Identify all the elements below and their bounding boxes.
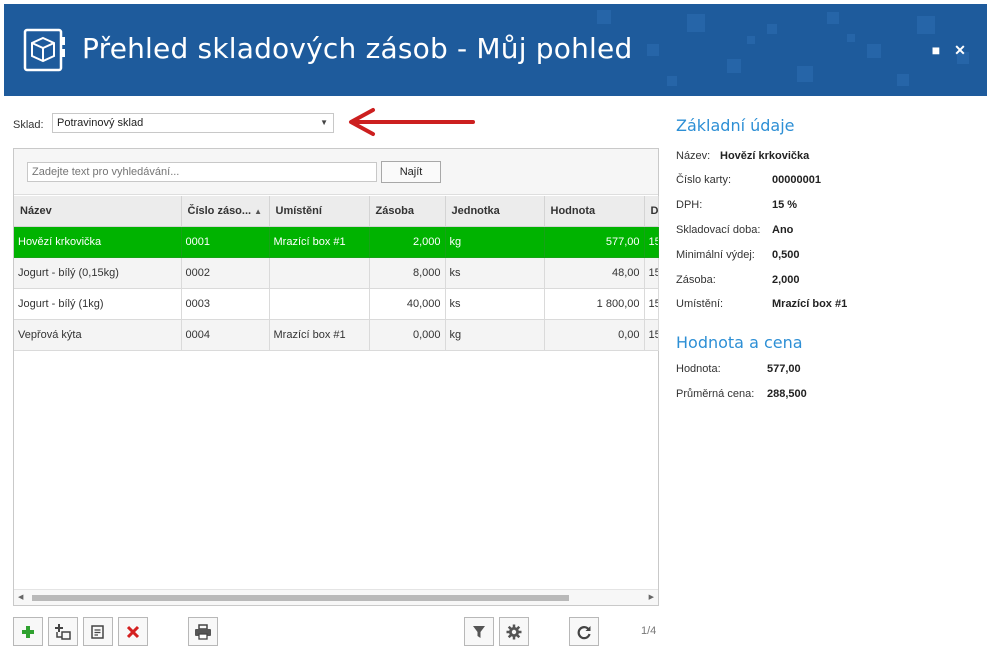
maximize-icon[interactable]: ■ (928, 42, 944, 58)
sklad-dropdown[interactable]: Potravinový sklad ▼ (52, 113, 334, 133)
scroll-right-icon[interactable]: ▶ (649, 593, 654, 601)
detail-value-zasoba: 2,000 (772, 274, 800, 286)
cell-nazev: Hovězí krkovička (14, 226, 182, 258)
window-title: Přehled skladových zásob - Můj pohled (82, 32, 633, 65)
warehouse-box-icon (23, 28, 65, 72)
table-row[interactable]: Hovězí krkovička 0001 Mrazící box #1 2,0… (14, 226, 659, 258)
stock-table: Název Číslo záso... ▲ Umístění Zásoba Jed… (14, 196, 659, 351)
plus-icon (22, 625, 34, 638)
cell-zasoba: 40,000 (369, 288, 446, 320)
search-input[interactable] (27, 162, 377, 182)
table-row[interactable]: Jogurt - bílý (1kg) 0003 40,000 ks 1 800… (14, 288, 659, 320)
cell-cislo: 0001 (181, 226, 270, 258)
chevron-down-icon: ▼ (320, 118, 328, 127)
title-bar: Přehled skladových zásob - Můj pohled ■ … (4, 4, 987, 96)
detail-label-zasoba: Zásoba: (676, 274, 716, 286)
value-price-title: Hodnota a cena (676, 333, 803, 352)
detail-label-skladovaci-doba: Skladovací doba: (676, 224, 761, 236)
cell-jednotka: kg (445, 319, 545, 351)
detail-label-prumerna-cena: Průměrná cena: (676, 388, 755, 400)
detail-value-nazev: Hovězí krkovička (720, 150, 810, 162)
column-header-hodnota[interactable]: Hodnota (544, 196, 645, 227)
cell-hodnota: 48,00 (544, 257, 645, 289)
column-header-cislo[interactable]: Číslo záso... ▲ (181, 196, 270, 227)
table-row[interactable]: Jogurt - bílý (0,15kg) 0002 8,000 ks 48,… (14, 257, 659, 289)
gear-icon (506, 624, 522, 639)
page-indicator: 1/4 (641, 625, 657, 637)
refresh-button[interactable] (569, 617, 599, 646)
cell-nazev: Jogurt - bílý (1kg) (14, 288, 182, 320)
settings-button[interactable] (499, 617, 529, 646)
stock-grid-panel: Najít Název Číslo záso...▲ Umístění Záso… (13, 148, 659, 606)
delete-x-icon (126, 625, 140, 638)
search-bar: Najít (14, 149, 658, 195)
add-subitem-button[interactable] (48, 617, 78, 646)
scroll-left-icon[interactable]: ◀ (18, 593, 23, 601)
refresh-icon (577, 625, 591, 639)
search-button[interactable]: Najít (381, 161, 441, 183)
basic-info-title: Základní údaje (676, 116, 795, 135)
annotation-arrow-icon (349, 108, 475, 136)
table-row[interactable]: Vepřová kýta 0004 Mrazící box #1 0,000 k… (14, 319, 659, 351)
cell-dph: 15 (644, 288, 659, 320)
scrollbar-thumb[interactable] (32, 595, 569, 601)
detail-value-skladovaci-doba: Ano (772, 224, 794, 236)
detail-value-minimalni-vydej: 0,500 (772, 249, 800, 261)
detail-value-umisteni: Mrazící box #1 (772, 298, 848, 310)
add-subitem-icon (55, 623, 71, 640)
edit-button[interactable] (83, 617, 113, 646)
column-header-dph[interactable]: D (644, 196, 659, 227)
cell-umisteni (269, 257, 370, 289)
detail-value-cislo-karty: 00000001 (772, 174, 821, 186)
cell-zasoba: 0,000 (369, 319, 446, 351)
cell-dph: 15 (644, 226, 659, 258)
filter-button[interactable] (464, 617, 494, 646)
cell-dph: 15 (644, 257, 659, 289)
column-header-cislo-label: Číslo záso... (187, 204, 252, 217)
horizontal-scrollbar[interactable]: ◀ ▶ (14, 589, 658, 605)
cell-umisteni: Mrazící box #1 (269, 319, 370, 351)
cell-jednotka: ks (445, 288, 545, 320)
delete-button[interactable] (118, 617, 148, 646)
detail-label-hodnota: Hodnota: (676, 363, 721, 375)
cell-hodnota: 0,00 (544, 319, 645, 351)
detail-label-nazev: Název: (676, 150, 711, 162)
detail-value-dph: 15 % (772, 199, 798, 211)
edit-document-icon (91, 624, 104, 639)
detail-value-hodnota: 577,00 (767, 363, 801, 375)
add-button[interactable] (13, 617, 43, 646)
sklad-label: Sklad: (13, 119, 44, 131)
sklad-value: Potravinový sklad (57, 117, 144, 129)
cell-cislo: 0004 (181, 319, 270, 351)
detail-label-dph: DPH: (676, 199, 703, 211)
cell-nazev: Jogurt - bílý (0,15kg) (14, 257, 182, 289)
column-header-zasoba[interactable]: Zásoba (369, 196, 446, 227)
detail-value-prumerna-cena: 288,500 (767, 388, 807, 400)
column-header-umisteni[interactable]: Umístění (269, 196, 370, 227)
cell-umisteni: Mrazící box #1 (269, 226, 370, 258)
close-icon[interactable]: ✕ (952, 42, 968, 58)
sort-ascending-icon: ▲ (254, 206, 262, 216)
cell-dph: 15 (644, 319, 659, 351)
column-header-nazev[interactable]: Název (14, 196, 182, 227)
printer-icon (195, 623, 211, 640)
detail-label-minimalni-vydej: Minimální výdej: (676, 249, 755, 261)
cell-hodnota: 577,00 (544, 226, 645, 258)
cell-hodnota: 1 800,00 (544, 288, 645, 320)
detail-label-umisteni: Umístění: (676, 298, 724, 310)
filter-icon (473, 625, 485, 638)
column-header-jednotka[interactable]: Jednotka (445, 196, 545, 227)
cell-zasoba: 2,000 (369, 226, 446, 258)
print-button[interactable] (188, 617, 218, 646)
cell-umisteni (269, 288, 370, 320)
cell-cislo: 0002 (181, 257, 270, 289)
cell-jednotka: ks (445, 257, 545, 289)
cell-nazev: Vepřová kýta (14, 319, 182, 351)
detail-label-cislo-karty: Číslo karty: (676, 174, 732, 186)
cell-cislo: 0003 (181, 288, 270, 320)
cell-zasoba: 8,000 (369, 257, 446, 289)
cell-jednotka: kg (445, 226, 545, 258)
